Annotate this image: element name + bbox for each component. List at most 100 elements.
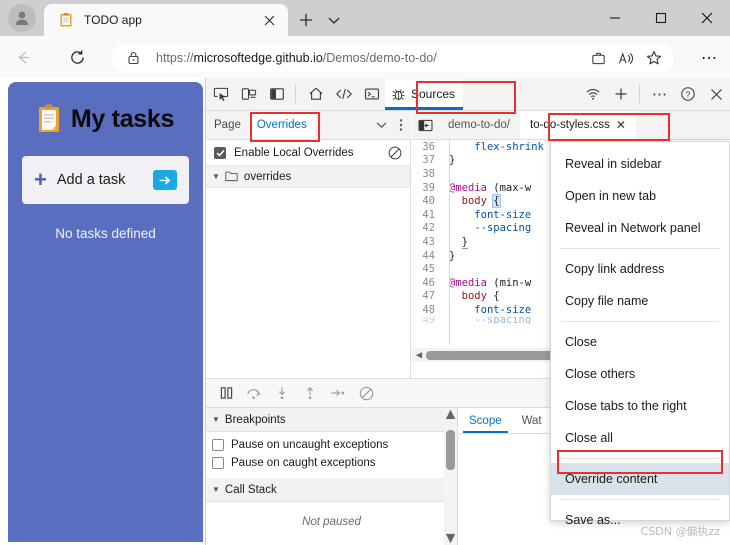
read-aloud-icon[interactable] <box>612 45 640 71</box>
gutter-divider <box>449 140 450 345</box>
step-out-icon[interactable] <box>296 379 324 407</box>
breakpoint-option-row[interactable]: Pause on uncaught exceptions <box>206 436 457 454</box>
close-icon <box>710 88 722 100</box>
line-number: 39 <box>422 181 435 194</box>
browser-tab[interactable]: TODO app <box>44 4 288 36</box>
line-text: body { <box>461 194 501 209</box>
enable-overrides-checkbox[interactable] <box>214 146 226 159</box>
expand-triangle-icon[interactable]: ▼ <box>212 415 220 424</box>
step-into-icon[interactable] <box>268 379 296 407</box>
menu-item-override-content[interactable]: Override content <box>551 463 729 495</box>
line-number: 42 <box>422 222 435 235</box>
scroll-left-arrow-icon[interactable]: ◀ <box>412 349 426 361</box>
pause-uncaught-checkbox[interactable] <box>212 439 224 451</box>
dock-panel-icon[interactable] <box>264 81 290 107</box>
empty-state-text: No tasks defined <box>55 226 156 241</box>
tab-list-button[interactable] <box>322 8 346 32</box>
inspect-element-icon[interactable] <box>208 81 234 107</box>
line-number: 45 <box>422 263 435 276</box>
bug-icon <box>392 88 405 100</box>
clear-overrides-icon[interactable] <box>388 146 402 160</box>
overrides-folder-row[interactable]: ▼ overrides <box>206 166 410 188</box>
file-tabbar: demo-to-do/ to-do-styles.css ✕ <box>412 111 730 140</box>
menu-item-copy-link-address[interactable]: Copy link address <box>551 253 729 285</box>
tab-close-icon[interactable] <box>258 9 280 31</box>
file-tab-css[interactable]: to-do-styles.css ✕ <box>520 111 636 139</box>
expand-triangle-icon[interactable]: ▼ <box>212 172 220 181</box>
scroll-down-arrow-icon[interactable]: ▼ <box>443 530 459 545</box>
file-tab-close-icon[interactable]: ✕ <box>616 119 626 131</box>
tab-sources-label: Sources <box>411 87 456 101</box>
menu-item-copy-file-name[interactable]: Copy file name <box>551 285 729 317</box>
reload-button[interactable] <box>62 42 92 72</box>
plus-icon: + <box>34 167 47 192</box>
maximize-button[interactable] <box>638 0 684 36</box>
tab-page[interactable]: Page <box>206 111 249 139</box>
close-window-button[interactable] <box>684 0 730 36</box>
scrollbar-thumb[interactable] <box>446 430 455 470</box>
console-icon[interactable] <box>359 81 385 107</box>
more-vertical-icon[interactable] <box>391 113 411 137</box>
enable-local-overrides-row[interactable]: Enable Local Overrides <box>206 140 410 166</box>
pause-caught-label: Pause on caught exceptions <box>231 457 376 469</box>
profile-avatar-button[interactable] <box>8 4 36 32</box>
tab-overrides[interactable]: Overrides <box>248 111 315 139</box>
new-tab-button[interactable] <box>294 8 318 32</box>
plus-icon <box>615 88 627 100</box>
help-icon[interactable]: ? <box>675 81 701 107</box>
device-emulation-icon[interactable] <box>236 81 262 107</box>
lock-icon <box>120 51 146 65</box>
menu-item-close-others[interactable]: Close others <box>551 358 729 390</box>
pause-caught-checkbox[interactable] <box>212 457 224 469</box>
menu-item-open-in-new-tab[interactable]: Open in new tab <box>551 180 729 212</box>
chevron-down-icon[interactable] <box>371 113 391 137</box>
step-over-icon[interactable] <box>240 379 268 407</box>
scroll-up-arrow-icon[interactable]: ▲ <box>443 406 459 423</box>
network-icon[interactable] <box>580 81 606 107</box>
app-title: My tasks <box>70 104 175 133</box>
browser-more-button[interactable]: ⋯ <box>694 46 724 70</box>
window-controls <box>592 0 730 36</box>
back-arrow-icon <box>17 51 29 63</box>
add-devtools-tab-button[interactable] <box>608 81 634 107</box>
callstack-section-header[interactable]: ▼ Call Stack <box>206 478 457 502</box>
add-task-submit-button[interactable] <box>153 170 177 190</box>
collections-icon[interactable] <box>584 45 612 71</box>
step-icon[interactable] <box>324 379 352 407</box>
line-text: flex-shrink <box>474 140 544 153</box>
close-devtools-button[interactable] <box>703 81 729 107</box>
devtools-more-button[interactable]: ⋯ <box>647 81 673 107</box>
add-task-input[interactable]: + Add a task <box>22 156 189 204</box>
pause-icon[interactable] <box>212 379 240 407</box>
tab-title: TODO app <box>84 13 142 27</box>
menu-item-close-tabs-to-the-right[interactable]: Close tabs to the right <box>551 390 729 422</box>
home-icon[interactable] <box>303 81 329 107</box>
menu-item-close-all[interactable]: Close all <box>551 422 729 454</box>
collapse-sidebar-icon[interactable] <box>412 111 438 139</box>
pause-uncaught-label: Pause on uncaught exceptions <box>231 439 389 451</box>
line-number: 47 <box>422 290 435 303</box>
tab-scope[interactable]: Scope <box>459 408 512 433</box>
address-bar[interactable]: https://microsoftedge.github.io/Demos/de… <box>112 44 674 72</box>
star-icon[interactable] <box>640 45 668 71</box>
minimize-button[interactable] <box>592 0 638 36</box>
expand-triangle-icon[interactable]: ▼ <box>212 485 220 494</box>
file-tab-context-menu: Reveal in sidebar Open in new tab Reveal… <box>550 141 730 527</box>
line-number: 41 <box>422 208 435 221</box>
code-icon[interactable] <box>331 81 357 107</box>
menu-divider <box>561 499 719 500</box>
menu-item-reveal-in-sidebar[interactable]: Reveal in sidebar <box>551 148 729 180</box>
tab-watch[interactable]: Wat <box>512 408 552 433</box>
overrides-folder-label: overrides <box>243 170 292 183</box>
file-tab-folder[interactable]: demo-to-do/ <box>438 111 520 139</box>
debugger-vertical-scrollbar[interactable]: ▲ ▼ <box>443 406 459 545</box>
back-button[interactable] <box>8 42 38 72</box>
breakpoints-section-header[interactable]: ▼ Breakpoints <box>206 408 457 432</box>
line-text: } <box>461 235 468 249</box>
breakpoint-option-row[interactable]: Pause on caught exceptions <box>206 454 457 472</box>
watermark: CSDN @偏执zz <box>640 525 720 538</box>
menu-item-reveal-in-network-panel[interactable]: Reveal in Network panel <box>551 212 729 244</box>
tab-sources[interactable]: Sources <box>385 78 464 110</box>
deactivate-breakpoints-icon[interactable] <box>352 379 380 407</box>
menu-item-close[interactable]: Close <box>551 326 729 358</box>
